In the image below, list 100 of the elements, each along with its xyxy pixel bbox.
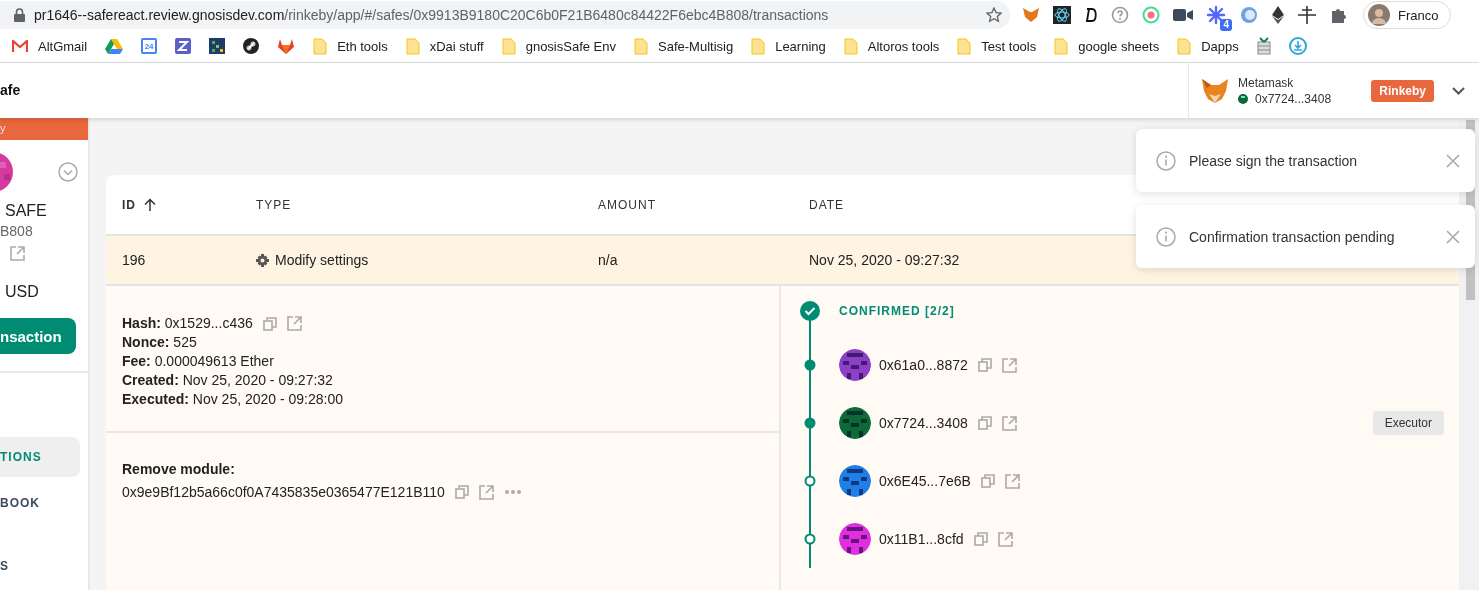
safe-address: B808: [0, 223, 34, 239]
table-cell-text: Nov 25, 2020 - 09:27:32: [809, 252, 961, 268]
toast-message: Please sign the transaction: [1189, 152, 1358, 169]
bookmark[interactable]: google sheets: [1046, 33, 1168, 59]
table-cell: Modify settings: [275, 252, 369, 268]
sort-arrow-icon[interactable]: [144, 198, 156, 211]
mail-icon: [12, 40, 28, 52]
circle-icon[interactable]: [1239, 5, 1259, 25]
chain-icon[interactable]: [243, 38, 260, 54]
fox-head-icon[interactable]: [277, 38, 296, 54]
app-logo[interactable]: afe: [0, 81, 21, 98]
sidebar-item[interactable]: S: [0, 555, 80, 585]
bookmark[interactable]: Safe-Multisig: [626, 33, 742, 59]
identicon-icon: [839, 465, 871, 497]
column-header[interactable]: ID: [122, 197, 136, 212]
puzzle-icon[interactable]: [1330, 6, 1348, 24]
method-title: Remove module:: [122, 461, 236, 477]
fox-icon: [1201, 77, 1229, 104]
module-address: 0x9e9Bf12b5a66c0f0A7435835e0365477E121B110: [122, 484, 445, 500]
camera-icon[interactable]: [1173, 8, 1193, 22]
chevron-circle-icon[interactable]: [58, 162, 78, 182]
external-link-icon[interactable]: [1001, 415, 1017, 431]
external-link-icon[interactable]: [286, 316, 302, 331]
folder-icon: [751, 37, 766, 55]
calendar-icon[interactable]: 24: [141, 38, 158, 54]
copy-icon[interactable]: [980, 474, 995, 488]
table-cell-text: n/a: [598, 252, 619, 268]
confirmation-status: CONFIRMED [2/2]: [839, 304, 955, 318]
detail-line: Nonce: 525: [122, 333, 197, 352]
folder-icon: [957, 37, 972, 55]
notification-badge: 4: [1220, 19, 1232, 31]
grid-icon[interactable]: [209, 38, 226, 54]
column-header[interactable]: AMOUNT: [598, 197, 656, 212]
detail-line: Executed: Nov 25, 2020 - 09:28:00: [122, 390, 344, 409]
fox-icon[interactable]: [1022, 7, 1040, 23]
bookmark[interactable]: AltGmail: [4, 33, 96, 59]
copy-icon[interactable]: [454, 485, 469, 499]
copy-icon[interactable]: [262, 316, 277, 331]
bookmark[interactable]: Learning: [743, 33, 834, 59]
box-icon[interactable]: [1256, 37, 1271, 55]
triangle-icon[interactable]: [105, 38, 124, 54]
check-circle-icon: [800, 301, 820, 321]
bookmark[interactable]: xDai stuff: [397, 33, 492, 59]
address-bar[interactable]: pr1646--safereact.review.gnosisdev.com/rinkeby/app/#/safes/0x9913B9180C20C6b0F21B6480c84422F6ebc4B808/transactions: [0, 1, 1010, 29]
info-icon: [1156, 150, 1176, 171]
ring-icon[interactable]: [1142, 6, 1160, 24]
sidebar-item[interactable]: TIONS: [0, 437, 80, 477]
script-icon[interactable]: [1084, 7, 1098, 23]
external-link-icon[interactable]: [478, 484, 494, 500]
external-link-icon[interactable]: [997, 531, 1013, 547]
wallet-name: Metamask: [1238, 75, 1295, 90]
copy-icon[interactable]: [977, 358, 992, 372]
bookmark[interactable]: Altoros tools: [835, 33, 948, 59]
lock-icon: [14, 8, 25, 22]
bookmark[interactable]: gnosisSafe Env: [493, 33, 624, 59]
folder-icon: [634, 37, 648, 55]
external-link-icon[interactable]: [10, 246, 25, 261]
star-icon[interactable]: [986, 7, 1002, 23]
bookmark[interactable]: Dapps: [1169, 33, 1247, 59]
copy-icon[interactable]: [973, 532, 988, 546]
folder-icon: [501, 37, 516, 55]
identicon-icon: [839, 349, 871, 381]
owner-address: 0x6E45...7e6B: [879, 473, 971, 489]
chevron-down-icon[interactable]: [1452, 86, 1465, 95]
square-icon[interactable]: [175, 38, 192, 54]
folder-icon: [843, 37, 858, 55]
identicon-icon: [839, 407, 871, 439]
table-cell-text: 196: [122, 252, 147, 268]
new-transaction-button[interactable]: nsaction: [0, 318, 76, 354]
identicon-icon: [1238, 93, 1248, 104]
sidebar-item[interactable]: BOOK: [0, 483, 80, 523]
wallet-address: 0x7724...3408: [1255, 91, 1332, 106]
more-icon[interactable]: [503, 489, 522, 495]
detail-line: Fee: 0.000049613 Ether: [122, 352, 274, 371]
gear-icon: [256, 253, 269, 267]
safe-name: SAFE: [4, 202, 48, 220]
network-banner: y: [0, 118, 88, 140]
owner-address: 0x61a0...8872: [879, 357, 968, 373]
atom-icon[interactable]: [1053, 6, 1071, 24]
copy-icon[interactable]: [977, 416, 992, 430]
avatar-icon: [1368, 4, 1390, 26]
detail-line: Hash: 0x1529...c436: [122, 314, 253, 333]
bookmark[interactable]: Eth tools: [305, 33, 396, 59]
diamond-icon[interactable]: [1272, 6, 1284, 24]
external-link-icon[interactable]: [1004, 473, 1020, 489]
column-header[interactable]: TYPE: [256, 197, 292, 212]
column-header[interactable]: DATE: [809, 197, 845, 212]
safe-balance: USD: [4, 283, 40, 301]
close-icon[interactable]: [1446, 153, 1460, 168]
info-icon: [1156, 226, 1176, 247]
help-icon[interactable]: [1111, 6, 1129, 24]
close-icon[interactable]: [1446, 229, 1460, 244]
move-icon[interactable]: [1297, 5, 1317, 25]
owner-address: 0x7724...3408: [879, 415, 968, 431]
external-link-icon[interactable]: [1001, 357, 1017, 373]
drop-icon[interactable]: [1288, 37, 1307, 55]
folder-icon: [405, 37, 420, 55]
network-badge: Rinkeby: [1371, 79, 1434, 102]
detail-line: Created: Nov 25, 2020 - 09:27:32: [122, 371, 333, 390]
bookmark[interactable]: Test tools: [949, 33, 1045, 59]
